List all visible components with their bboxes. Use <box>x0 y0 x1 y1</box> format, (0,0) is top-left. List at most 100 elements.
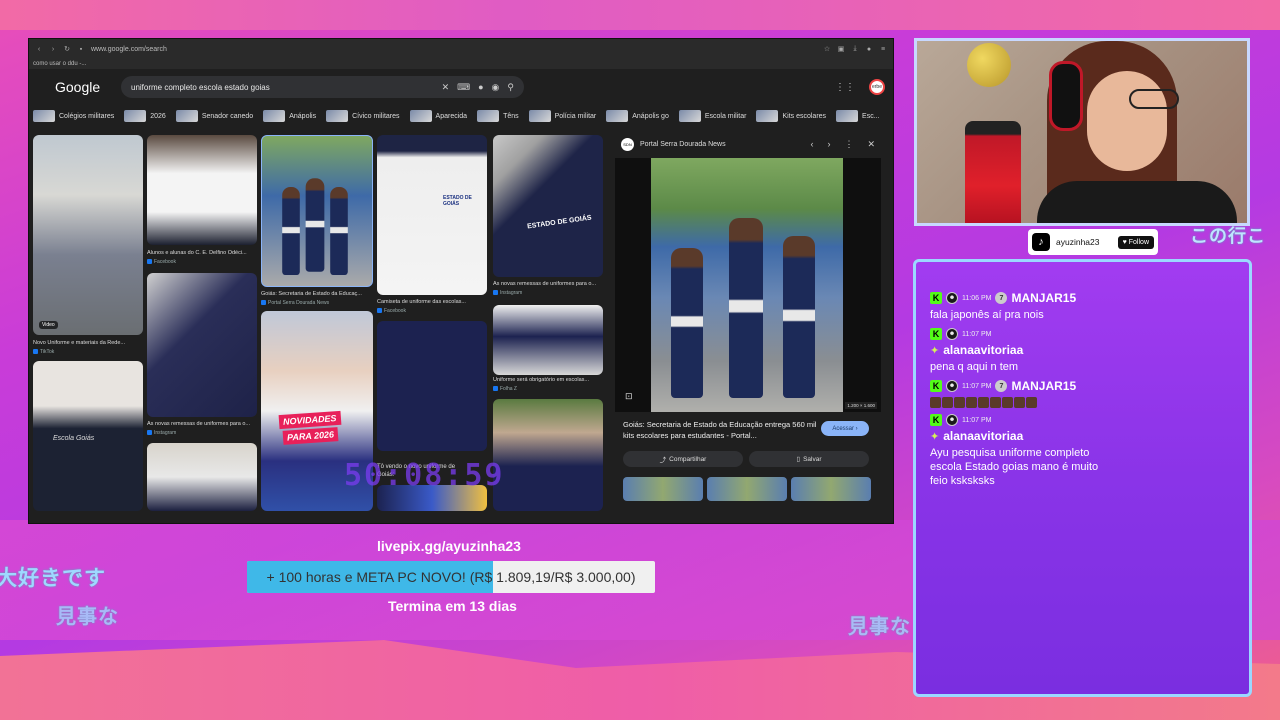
bookmark-star-icon[interactable]: ☆ <box>823 45 831 53</box>
share-button[interactable]: ⤴ Compartilhar <box>623 451 743 467</box>
filter-chip[interactable]: Senador canedo <box>174 108 257 124</box>
streamer-handle[interactable]: ayuzinha23 <box>1056 237 1099 247</box>
close-icon[interactable]: ✕ <box>867 139 875 150</box>
bookmark-icon: ▯ <box>796 456 801 463</box>
result-image[interactable]: Escola Goiás <box>33 361 143 511</box>
visit-label: Acessar <box>832 425 854 432</box>
result-image[interactable] <box>147 273 257 417</box>
menu-icon[interactable]: ≡ <box>879 45 887 53</box>
search-input[interactable]: uniforme completo escola estado goias <box>131 83 434 92</box>
related-thumbnail[interactable] <box>623 477 703 501</box>
chip-label: Senador canedo <box>201 112 254 120</box>
chat-username[interactable]: alanaavitoriaa <box>943 429 1023 443</box>
result-caption[interactable]: As novas remessas de uniformes para o... <box>147 421 257 428</box>
filter-chip[interactable]: Kits escolares <box>754 108 830 124</box>
goal-progress-bar: + 100 horas e META PC NOVO! (R$ 1.809,19… <box>247 561 655 593</box>
preview-photo <box>651 158 843 412</box>
preview-image[interactable]: ⊡ 1.200 × 1.600 <box>615 158 881 412</box>
filter-chip[interactable]: 2026 <box>122 108 170 124</box>
result-image[interactable] <box>377 321 487 451</box>
related-thumbnail[interactable] <box>707 477 787 501</box>
filter-chip[interactable]: Anápolis <box>261 108 320 124</box>
apps-grid-icon[interactable]: ⋮⋮ <box>835 82 855 93</box>
reload-icon[interactable]: ↻ <box>63 45 71 53</box>
next-icon[interactable]: › <box>827 139 830 150</box>
result-caption[interactable]: Goiás: Secretaria de Estado da Educaç... <box>261 291 371 298</box>
result-image-selected[interactable] <box>261 135 373 287</box>
profile-icon[interactable]: ● <box>865 45 873 53</box>
image-dimensions: 1.200 × 1.600 <box>845 402 877 409</box>
chip-label: Escola militar <box>704 112 747 120</box>
result-image[interactable]: Video <box>33 135 143 335</box>
clear-icon[interactable]: ✕ <box>442 82 450 93</box>
kick-icon: K <box>930 380 942 392</box>
result-image[interactable]: ESTADO DE GOIÁS <box>377 135 487 295</box>
more-icon[interactable]: ⋮ <box>844 139 853 150</box>
chat-text: Ayu pesquisa uniforme completo escola Es… <box>930 447 1099 487</box>
search-box[interactable]: uniforme completo escola estado goias ✕ … <box>121 76 524 98</box>
visit-button[interactable]: Acessar › <box>821 421 869 436</box>
filter-chip[interactable]: Escola militar <box>677 108 751 124</box>
prev-icon[interactable]: ‹ <box>810 139 813 150</box>
filter-chip[interactable]: Aparecida <box>408 108 472 124</box>
tiktok-icon: ♪ <box>1032 233 1050 251</box>
result-caption[interactable]: Uniforme será obrigatório em escolas... <box>493 377 603 384</box>
japanese-text-3: 見事な <box>848 614 911 638</box>
user-badge-icon: ☻ <box>946 380 958 392</box>
result-caption[interactable]: Novo Uniforme e materiais da Rede... <box>33 340 143 347</box>
result-caption[interactable]: Camiseta de uniforme das escolas... <box>377 299 487 306</box>
chip-thumbnail <box>33 110 55 122</box>
lens-search-icon[interactable]: ⊡ <box>625 391 633 402</box>
keyboard-icon[interactable]: ⌨ <box>457 82 470 93</box>
account-avatar[interactable]: erbe <box>869 79 885 95</box>
level-badge: 7 <box>995 292 1008 304</box>
chip-label: Cívico militares <box>352 112 400 120</box>
chip-label: Kits escolares <box>782 112 827 120</box>
extensions-icon[interactable]: ▣ <box>837 45 845 53</box>
back-icon[interactable]: ‹ <box>35 45 43 53</box>
result-image[interactable]: ESTADO DE GOIÁS <box>493 135 603 277</box>
result-caption[interactable]: Alunos e alunas do C. E. Delfino Odéci..… <box>147 250 257 257</box>
result-source: Facebook <box>147 259 176 265</box>
preview-title[interactable]: Goiás: Secretaria de Estado da Educação … <box>623 419 823 441</box>
lens-icon[interactable]: ◉ <box>492 82 500 93</box>
address-bar[interactable]: www.google.com/search <box>91 46 817 53</box>
sparkle-icon: ✦ <box>930 430 940 443</box>
search-icon[interactable]: ⚲ <box>507 82 514 93</box>
forward-icon[interactable]: › <box>49 45 57 53</box>
filter-chip[interactable]: Colégios militares <box>31 108 118 124</box>
result-image[interactable] <box>493 305 603 375</box>
filter-chip[interactable]: Anápolis go <box>604 108 673 124</box>
related-thumbnails <box>623 477 871 501</box>
result-image[interactable] <box>147 135 257 245</box>
message-time: 11:06 PM <box>962 294 992 302</box>
filter-chip[interactable]: Esc... <box>834 108 884 124</box>
google-logo[interactable]: Google <box>37 79 107 95</box>
chat-username[interactable]: MANJAR15 <box>1011 379 1076 393</box>
bookmark-item[interactable]: como usar o ddu -... <box>33 61 86 67</box>
filter-chip[interactable]: Têns <box>475 108 523 124</box>
sparkle-icon: ✦ <box>930 344 940 357</box>
image-preview-panel: SDN Portal Serra Dourada News ‹ › ⋮ ✕ ⊡ … <box>615 133 881 511</box>
browser-toolbar: ‹ › ↻ ▪ www.google.com/search ☆ ▣ ⤓ ● ≡ <box>29 39 893 59</box>
download-icon[interactable]: ⤓ <box>851 45 859 53</box>
filter-chip[interactable]: Cívico militares <box>324 108 403 124</box>
emote-icon <box>942 397 953 408</box>
preview-source[interactable]: Portal Serra Dourada News <box>640 141 726 148</box>
result-caption[interactable]: As novas remessas de uniformes para o... <box>493 281 603 288</box>
follow-button[interactable]: ♥ Follow <box>1117 235 1154 249</box>
chat-username[interactable]: alanaavitoriaa <box>943 343 1023 357</box>
share-label: Compartilhar <box>669 455 707 463</box>
result-image[interactable] <box>493 399 603 511</box>
countdown-timer: 50:08:59 <box>344 458 505 493</box>
kick-icon: K <box>930 414 942 426</box>
mic-icon[interactable]: ● <box>478 82 483 92</box>
shirt-logo-text: ESTADO DE GOIÁS <box>443 195 472 207</box>
result-image[interactable] <box>147 443 257 511</box>
save-button[interactable]: ▯ Salvar <box>749 451 869 467</box>
related-thumbnail[interactable] <box>791 477 871 501</box>
shirt-print-text: Escola Goiás <box>53 435 95 442</box>
chat-username[interactable]: MANJAR15 <box>1011 291 1076 305</box>
filter-chip[interactable]: Polícia militar <box>527 108 601 124</box>
chip-label: Polícia militar <box>554 112 597 120</box>
